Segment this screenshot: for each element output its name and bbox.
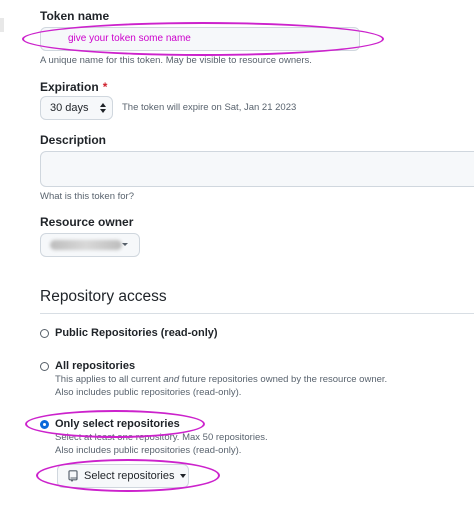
all-repos-desc-pre: This applies to all current bbox=[55, 374, 164, 385]
expiration-label: Expiration * bbox=[40, 80, 107, 94]
public-repositories-label: Public Repositories (read-only) bbox=[55, 327, 218, 339]
expiration-note: The token will expire on Sat, Jan 21 202… bbox=[122, 102, 297, 113]
chevron-down-icon bbox=[122, 243, 128, 246]
only-select-desc-2: Also includes public repositories (read-… bbox=[55, 445, 242, 456]
section-divider bbox=[40, 313, 474, 314]
radio-public-repositories[interactable] bbox=[40, 329, 49, 338]
repository-access-title: Repository access bbox=[40, 288, 167, 305]
all-repos-desc-post: future repositories owned by the resourc… bbox=[179, 374, 388, 385]
all-repositories-desc-1: This applies to all current and future r… bbox=[55, 374, 387, 387]
description-input[interactable] bbox=[40, 151, 474, 187]
select-updown-icon bbox=[100, 103, 106, 113]
required-marker: * bbox=[102, 80, 108, 94]
token-name-label: Token name bbox=[40, 9, 110, 23]
expiration-selected-value: 30 days bbox=[50, 102, 89, 114]
all-repositories-label: All repositories bbox=[55, 360, 136, 372]
left-edge-marker bbox=[0, 18, 4, 32]
resource-owner-label: Resource owner bbox=[40, 215, 134, 229]
radio-all-repositories[interactable] bbox=[40, 362, 49, 371]
resource-owner-blurred-name bbox=[50, 240, 122, 250]
all-repos-desc-em: and bbox=[163, 374, 180, 385]
expiration-select[interactable]: 30 days bbox=[40, 96, 113, 120]
description-hint: What is this token for? bbox=[40, 191, 134, 202]
annotation-oval-only-select bbox=[25, 410, 205, 438]
expiration-label-text: Expiration bbox=[40, 80, 99, 94]
description-label: Description bbox=[40, 133, 107, 147]
all-repositories-desc-2: Also includes public repositories (read-… bbox=[55, 387, 242, 398]
token-name-hint: A unique name for this token. May be vis… bbox=[40, 55, 312, 66]
annotation-oval-token-name bbox=[22, 22, 384, 56]
annotation-oval-select-button bbox=[36, 459, 220, 492]
